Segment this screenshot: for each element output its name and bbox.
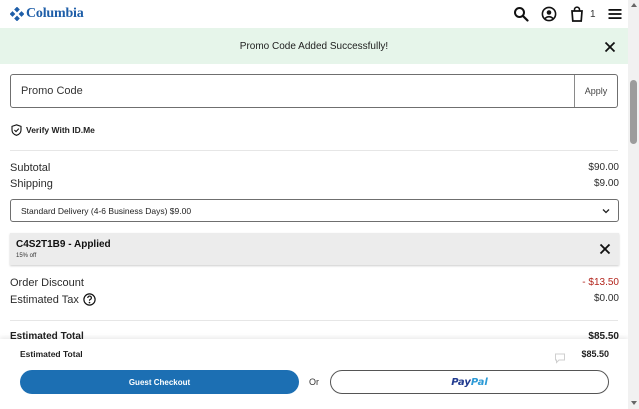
shipping-label: Shipping — [10, 178, 53, 190]
guest-checkout-button[interactable]: Guest Checkout — [20, 370, 299, 394]
scrollbar-thumb[interactable] — [630, 80, 637, 144]
subtotal-value: $90.00 — [588, 162, 619, 173]
checkout-total-value: $85.50 — [581, 349, 609, 359]
banner-message: Promo Code Added Successfully! — [239, 40, 389, 52]
verify-label: Verify With ID.Me — [26, 125, 95, 135]
apply-button[interactable]: Apply — [574, 75, 617, 107]
estimated-tax-value: $0.00 — [593, 293, 619, 304]
brand-name: Columbia — [26, 6, 84, 21]
checkout-total-label: Estimated Total — [20, 349, 83, 359]
estimated-tax-label: Estimated Tax — [10, 293, 79, 306]
coupon-code: C4S2T1B9 - Applied — [16, 239, 111, 250]
scroll-down-arrow[interactable] — [631, 401, 637, 405]
promo-code-form: Apply — [10, 74, 618, 108]
subtotal-row: Subtotal $90.00 — [10, 162, 619, 174]
sticky-checkout-bar: Estimated Total $85.50 Guest Checkout Or… — [0, 339, 628, 409]
paypal-logo-part2: Pal — [470, 376, 488, 388]
page-scrollbar[interactable] — [628, 0, 639, 409]
or-separator: Or — [309, 377, 319, 387]
brand-logo[interactable]: Columbia — [10, 6, 84, 22]
estimated-tax-row: Estimated Tax $0.00 — [10, 293, 619, 306]
close-icon[interactable] — [604, 41, 616, 53]
promo-success-banner: Promo Code Added Successfully! — [0, 28, 628, 64]
chevron-down-icon — [602, 209, 610, 214]
coupon-discount: 15% off — [16, 253, 37, 259]
verify-idme-link[interactable]: Verify With ID.Me — [11, 124, 95, 136]
search-icon[interactable] — [513, 6, 529, 22]
order-discount-value: - $13.50 — [582, 277, 619, 288]
account-icon[interactable] — [541, 6, 557, 22]
hamburger-menu-icon[interactable] — [607, 6, 623, 22]
order-discount-label: Order Discount — [10, 277, 84, 289]
help-icon[interactable] — [83, 293, 96, 306]
estimated-tax-label-group: Estimated Tax — [10, 293, 96, 306]
paypal-button[interactable]: Pay Pal — [330, 370, 609, 394]
site-header: Columbia 1 — [0, 0, 628, 28]
remove-coupon-icon[interactable] — [599, 243, 611, 255]
paypal-logo-part1: Pay — [451, 376, 471, 388]
cart-count-badge: 1 — [590, 9, 596, 20]
shipping-value: $9.00 — [593, 178, 619, 189]
chat-icon[interactable] — [554, 352, 566, 364]
scroll-up-arrow[interactable] — [631, 3, 637, 7]
shield-check-icon — [11, 124, 22, 136]
shipping-method-select[interactable]: Standard Delivery (4-6 Business Days) $9… — [10, 199, 619, 222]
subtotal-label: Subtotal — [10, 162, 51, 174]
order-discount-row: Order Discount - $13.50 — [10, 277, 619, 289]
section-divider — [10, 150, 618, 151]
promo-code-input[interactable] — [11, 75, 574, 107]
shipping-row: Shipping $9.00 — [10, 178, 619, 190]
columbia-diamond-icon — [10, 7, 24, 21]
section-divider — [10, 320, 618, 321]
cart-icon[interactable] — [569, 6, 585, 22]
applied-coupon-card: C4S2T1B9 - Applied 15% off — [10, 233, 619, 265]
shipping-option-text: Standard Delivery (4-6 Business Days) $9… — [21, 205, 192, 216]
